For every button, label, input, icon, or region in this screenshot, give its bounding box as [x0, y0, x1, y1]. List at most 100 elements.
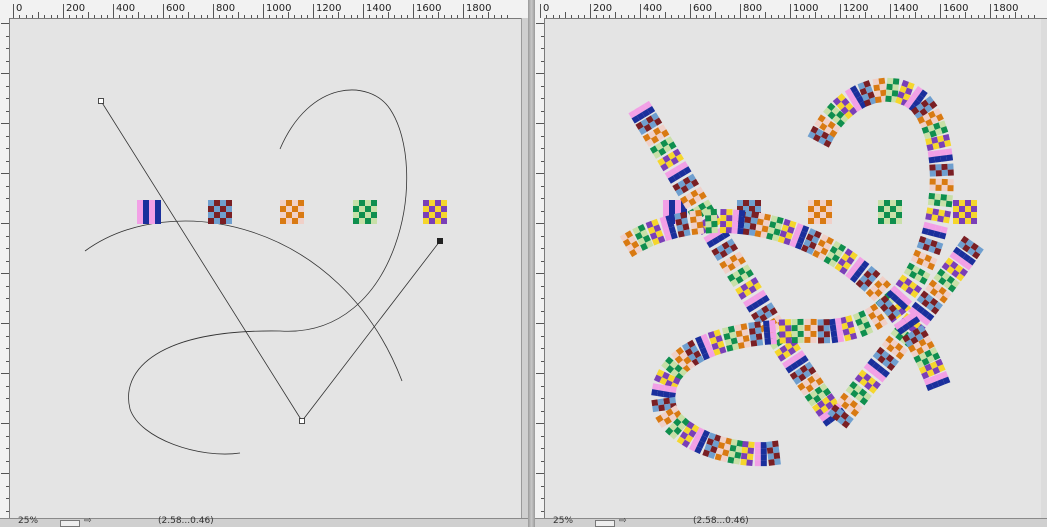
ruler-tick: [541, 485, 544, 487]
ruler-minor-tick: [771, 15, 773, 18]
ruler-tick: [6, 210, 9, 212]
ruler-minor-tick: [281, 15, 283, 18]
ruler-minor-tick: [671, 15, 673, 18]
brush-dab: [817, 319, 831, 344]
ruler-tick: [541, 448, 544, 449]
ruler-minor-tick: [25, 15, 27, 18]
ruler-minor-tick: [238, 12, 239, 18]
pattern-swatch: [280, 200, 304, 224]
ruler-minor-tick: [1015, 12, 1016, 18]
ruler-minor-tick: [1021, 15, 1023, 18]
ruler-minor-tick: [450, 15, 452, 18]
brush-dab: [731, 209, 746, 235]
ruler-tick: [1, 73, 9, 74]
ruler-minor-tick: [558, 15, 560, 18]
vertical-ruler[interactable]: [0, 18, 10, 527]
zoom-level[interactable]: 25%: [18, 516, 38, 526]
ruler-tick: [541, 198, 544, 199]
ruler-tick: [541, 335, 544, 337]
ruler-minor-tick: [388, 12, 389, 18]
ruler-minor-tick: [356, 15, 358, 18]
ruler-tick: [790, 4, 791, 18]
ruler-minor-tick: [394, 15, 396, 18]
ruler-tick: [541, 410, 544, 412]
zoom-level[interactable]: 25%: [553, 516, 573, 526]
ruler-tick: [413, 4, 414, 18]
document-window-right[interactable]: 0 200 400 600 800 1000 1200 1400 1600 1800 25% ⇨ …: [535, 0, 1047, 527]
ruler-minor-tick: [81, 15, 83, 18]
ruler-minor-tick: [752, 15, 754, 18]
status-indicator: [60, 520, 80, 527]
ruler-minor-tick: [708, 15, 710, 18]
vertical-ruler[interactable]: [535, 18, 545, 527]
ruler-minor-tick: [702, 15, 704, 18]
ruler-tick: [541, 435, 544, 437]
ruler-tick: [6, 85, 9, 87]
horizontal-ruler[interactable]: 0 200 400 600 800 1000 1200 1400 1600 1800: [0, 0, 528, 19]
ruler-minor-tick: [144, 15, 146, 18]
ruler-minor-tick: [796, 15, 798, 18]
ruler-minor-tick: [231, 15, 233, 18]
ruler-minor-tick: [294, 15, 296, 18]
ruler-tick: [640, 4, 641, 18]
pattern-swatch: [353, 200, 377, 224]
pattern-swatch: [953, 200, 977, 224]
ruler-label: 600: [693, 3, 713, 14]
ruler-tick: [541, 348, 544, 349]
document-info[interactable]: (2.58...0.46): [158, 516, 214, 526]
ruler-minor-tick: [583, 15, 585, 18]
ruler-minor-tick: [946, 15, 948, 18]
ruler-tick: [6, 248, 9, 249]
ruler-tick: [6, 48, 9, 49]
ruler-minor-tick: [621, 15, 623, 18]
vertical-scrollbar[interactable]: [521, 18, 528, 519]
ruler-minor-tick: [288, 12, 289, 18]
ruler-tick: [940, 4, 941, 18]
ruler-minor-tick: [602, 15, 604, 18]
ruler-tick: [541, 110, 544, 112]
ruler-minor-tick: [802, 15, 804, 18]
ruler-minor-tick: [138, 12, 139, 18]
ruler-minor-tick: [971, 15, 973, 18]
canvas-right[interactable]: [545, 19, 1041, 519]
ruler-minor-tick: [546, 15, 548, 18]
ruler-minor-tick: [56, 15, 58, 18]
ruler-minor-tick: [256, 15, 258, 18]
brush-stroke-artwork[interactable]: [545, 19, 1047, 519]
ruler-minor-tick: [683, 15, 685, 18]
ruler-minor-tick: [915, 12, 916, 18]
ruler-minor-tick: [977, 15, 979, 18]
canvas-left[interactable]: [10, 19, 522, 519]
horizontal-ruler[interactable]: 0 200 400 600 800 1000 1200 1400 1600 1800: [535, 0, 1047, 19]
status-menu-arrow-icon[interactable]: ⇨: [84, 516, 92, 526]
ruler-tick: [6, 448, 9, 449]
pattern-swatch: [808, 200, 832, 224]
ruler-tick: [363, 4, 364, 18]
ruler-tick: [690, 4, 691, 18]
document-window-left[interactable]: 0 200 400 600 800 1000 1200 1400 1600 1800 25% ⇨ …: [0, 0, 528, 527]
ruler-tick: [541, 98, 544, 99]
ruler-minor-tick: [444, 15, 446, 18]
ruler-minor-tick: [733, 15, 735, 18]
ruler-minor-tick: [652, 15, 654, 18]
brush-dab: [925, 207, 951, 224]
ruler-minor-tick: [1027, 15, 1029, 18]
ruler-tick: [541, 298, 544, 299]
status-menu-arrow-icon[interactable]: ⇨: [619, 516, 627, 526]
brush-dab: [766, 440, 781, 466]
ruler-label: 800: [743, 3, 763, 14]
ruler-minor-tick: [200, 15, 202, 18]
ruler-minor-tick: [846, 15, 848, 18]
ruler-minor-tick: [156, 15, 158, 18]
ruler-minor-tick: [552, 15, 554, 18]
ruler-minor-tick: [608, 15, 610, 18]
ruler-tick: [1, 23, 9, 24]
pattern-swatch: [423, 200, 447, 224]
path-curve: [84, 220, 403, 382]
path-artwork[interactable]: [10, 19, 522, 519]
ruler-tick: [536, 423, 544, 424]
ruler-tick: [536, 123, 544, 124]
document-info[interactable]: (2.58...0.46): [693, 516, 749, 526]
ruler-minor-tick: [746, 15, 748, 18]
ruler-minor-tick: [958, 15, 960, 18]
